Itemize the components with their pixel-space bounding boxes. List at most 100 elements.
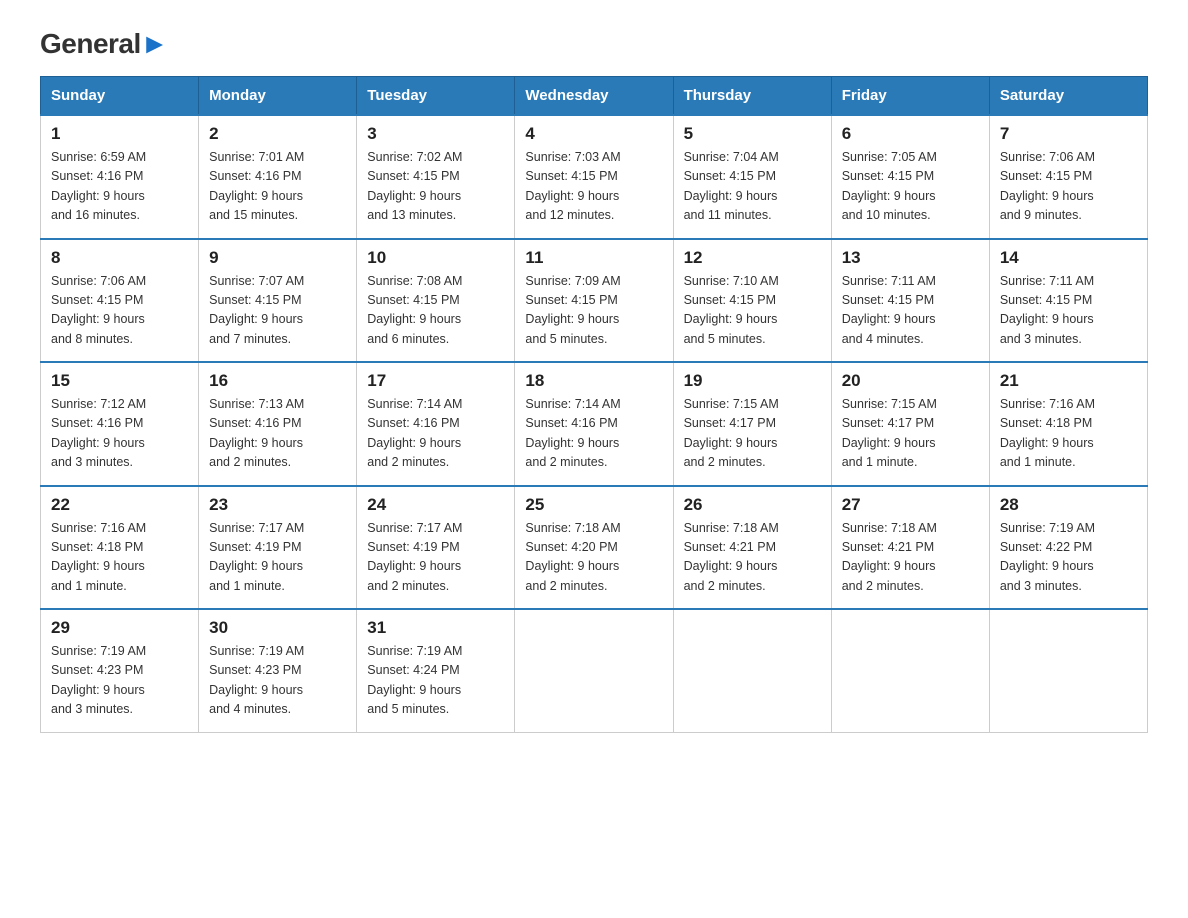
logo: General► <box>40 30 168 56</box>
calendar-cell: 5 Sunrise: 7:04 AMSunset: 4:15 PMDayligh… <box>673 115 831 239</box>
day-info: Sunrise: 7:03 AMSunset: 4:15 PMDaylight:… <box>525 148 662 226</box>
day-info: Sunrise: 7:06 AMSunset: 4:15 PMDaylight:… <box>1000 148 1137 226</box>
day-number: 24 <box>367 495 504 515</box>
calendar-week-1: 1 Sunrise: 6:59 AMSunset: 4:16 PMDayligh… <box>41 115 1148 239</box>
day-number: 7 <box>1000 124 1137 144</box>
day-number: 12 <box>684 248 821 268</box>
day-header-thursday: Thursday <box>673 77 831 116</box>
day-info: Sunrise: 7:17 AMSunset: 4:19 PMDaylight:… <box>209 519 346 597</box>
day-number: 1 <box>51 124 188 144</box>
day-header-monday: Monday <box>199 77 357 116</box>
calendar-cell: 8 Sunrise: 7:06 AMSunset: 4:15 PMDayligh… <box>41 239 199 363</box>
day-info: Sunrise: 7:13 AMSunset: 4:16 PMDaylight:… <box>209 395 346 473</box>
day-info: Sunrise: 7:19 AMSunset: 4:24 PMDaylight:… <box>367 642 504 720</box>
day-number: 28 <box>1000 495 1137 515</box>
calendar-cell: 15 Sunrise: 7:12 AMSunset: 4:16 PMDaylig… <box>41 362 199 486</box>
day-info: Sunrise: 7:16 AMSunset: 4:18 PMDaylight:… <box>1000 395 1137 473</box>
day-info: Sunrise: 7:02 AMSunset: 4:15 PMDaylight:… <box>367 148 504 226</box>
day-info: Sunrise: 7:15 AMSunset: 4:17 PMDaylight:… <box>842 395 979 473</box>
day-number: 20 <box>842 371 979 391</box>
day-info: Sunrise: 7:19 AMSunset: 4:23 PMDaylight:… <box>209 642 346 720</box>
day-number: 29 <box>51 618 188 638</box>
calendar-cell: 28 Sunrise: 7:19 AMSunset: 4:22 PMDaylig… <box>989 486 1147 610</box>
day-info: Sunrise: 7:19 AMSunset: 4:22 PMDaylight:… <box>1000 519 1137 597</box>
day-number: 30 <box>209 618 346 638</box>
day-number: 21 <box>1000 371 1137 391</box>
day-number: 22 <box>51 495 188 515</box>
calendar-body: 1 Sunrise: 6:59 AMSunset: 4:16 PMDayligh… <box>41 115 1148 732</box>
day-number: 6 <box>842 124 979 144</box>
calendar-cell: 17 Sunrise: 7:14 AMSunset: 4:16 PMDaylig… <box>357 362 515 486</box>
calendar-cell <box>515 609 673 732</box>
calendar-table: SundayMondayTuesdayWednesdayThursdayFrid… <box>40 76 1148 733</box>
day-info: Sunrise: 7:18 AMSunset: 4:21 PMDaylight:… <box>684 519 821 597</box>
day-header-tuesday: Tuesday <box>357 77 515 116</box>
calendar-cell <box>989 609 1147 732</box>
day-info: Sunrise: 7:19 AMSunset: 4:23 PMDaylight:… <box>51 642 188 720</box>
day-number: 10 <box>367 248 504 268</box>
calendar-cell <box>831 609 989 732</box>
day-number: 17 <box>367 371 504 391</box>
calendar-week-3: 15 Sunrise: 7:12 AMSunset: 4:16 PMDaylig… <box>41 362 1148 486</box>
day-header-sunday: Sunday <box>41 77 199 116</box>
calendar-cell: 2 Sunrise: 7:01 AMSunset: 4:16 PMDayligh… <box>199 115 357 239</box>
logo-top: General► <box>40 30 168 58</box>
day-number: 2 <box>209 124 346 144</box>
calendar-cell: 10 Sunrise: 7:08 AMSunset: 4:15 PMDaylig… <box>357 239 515 363</box>
calendar-cell: 14 Sunrise: 7:11 AMSunset: 4:15 PMDaylig… <box>989 239 1147 363</box>
day-number: 13 <box>842 248 979 268</box>
day-header-wednesday: Wednesday <box>515 77 673 116</box>
day-info: Sunrise: 7:14 AMSunset: 4:16 PMDaylight:… <box>367 395 504 473</box>
day-info: Sunrise: 6:59 AMSunset: 4:16 PMDaylight:… <box>51 148 188 226</box>
calendar-cell: 21 Sunrise: 7:16 AMSunset: 4:18 PMDaylig… <box>989 362 1147 486</box>
day-number: 9 <box>209 248 346 268</box>
day-number: 16 <box>209 371 346 391</box>
day-info: Sunrise: 7:08 AMSunset: 4:15 PMDaylight:… <box>367 272 504 350</box>
calendar-cell: 18 Sunrise: 7:14 AMSunset: 4:16 PMDaylig… <box>515 362 673 486</box>
calendar-cell: 6 Sunrise: 7:05 AMSunset: 4:15 PMDayligh… <box>831 115 989 239</box>
day-info: Sunrise: 7:10 AMSunset: 4:15 PMDaylight:… <box>684 272 821 350</box>
calendar-cell: 30 Sunrise: 7:19 AMSunset: 4:23 PMDaylig… <box>199 609 357 732</box>
calendar-cell: 3 Sunrise: 7:02 AMSunset: 4:15 PMDayligh… <box>357 115 515 239</box>
day-header-saturday: Saturday <box>989 77 1147 116</box>
calendar-cell: 29 Sunrise: 7:19 AMSunset: 4:23 PMDaylig… <box>41 609 199 732</box>
day-info: Sunrise: 7:11 AMSunset: 4:15 PMDaylight:… <box>842 272 979 350</box>
day-info: Sunrise: 7:15 AMSunset: 4:17 PMDaylight:… <box>684 395 821 473</box>
day-number: 8 <box>51 248 188 268</box>
calendar-week-2: 8 Sunrise: 7:06 AMSunset: 4:15 PMDayligh… <box>41 239 1148 363</box>
day-info: Sunrise: 7:17 AMSunset: 4:19 PMDaylight:… <box>367 519 504 597</box>
day-info: Sunrise: 7:18 AMSunset: 4:21 PMDaylight:… <box>842 519 979 597</box>
page-header: General► <box>40 30 1148 56</box>
day-info: Sunrise: 7:05 AMSunset: 4:15 PMDaylight:… <box>842 148 979 226</box>
calendar-cell: 31 Sunrise: 7:19 AMSunset: 4:24 PMDaylig… <box>357 609 515 732</box>
calendar-cell: 11 Sunrise: 7:09 AMSunset: 4:15 PMDaylig… <box>515 239 673 363</box>
calendar-cell: 22 Sunrise: 7:16 AMSunset: 4:18 PMDaylig… <box>41 486 199 610</box>
calendar-week-5: 29 Sunrise: 7:19 AMSunset: 4:23 PMDaylig… <box>41 609 1148 732</box>
day-number: 4 <box>525 124 662 144</box>
day-number: 14 <box>1000 248 1137 268</box>
day-info: Sunrise: 7:12 AMSunset: 4:16 PMDaylight:… <box>51 395 188 473</box>
day-number: 27 <box>842 495 979 515</box>
calendar-cell: 23 Sunrise: 7:17 AMSunset: 4:19 PMDaylig… <box>199 486 357 610</box>
day-number: 5 <box>684 124 821 144</box>
day-info: Sunrise: 7:09 AMSunset: 4:15 PMDaylight:… <box>525 272 662 350</box>
calendar-header: SundayMondayTuesdayWednesdayThursdayFrid… <box>41 77 1148 116</box>
day-number: 31 <box>367 618 504 638</box>
day-info: Sunrise: 7:18 AMSunset: 4:20 PMDaylight:… <box>525 519 662 597</box>
day-header-friday: Friday <box>831 77 989 116</box>
day-info: Sunrise: 7:14 AMSunset: 4:16 PMDaylight:… <box>525 395 662 473</box>
calendar-cell: 12 Sunrise: 7:10 AMSunset: 4:15 PMDaylig… <box>673 239 831 363</box>
calendar-cell: 7 Sunrise: 7:06 AMSunset: 4:15 PMDayligh… <box>989 115 1147 239</box>
day-number: 23 <box>209 495 346 515</box>
calendar-week-4: 22 Sunrise: 7:16 AMSunset: 4:18 PMDaylig… <box>41 486 1148 610</box>
calendar-cell: 24 Sunrise: 7:17 AMSunset: 4:19 PMDaylig… <box>357 486 515 610</box>
day-number: 26 <box>684 495 821 515</box>
calendar-cell: 4 Sunrise: 7:03 AMSunset: 4:15 PMDayligh… <box>515 115 673 239</box>
day-info: Sunrise: 7:11 AMSunset: 4:15 PMDaylight:… <box>1000 272 1137 350</box>
day-number: 25 <box>525 495 662 515</box>
day-number: 15 <box>51 371 188 391</box>
calendar-cell: 26 Sunrise: 7:18 AMSunset: 4:21 PMDaylig… <box>673 486 831 610</box>
day-number: 3 <box>367 124 504 144</box>
day-number: 11 <box>525 248 662 268</box>
day-info: Sunrise: 7:01 AMSunset: 4:16 PMDaylight:… <box>209 148 346 226</box>
